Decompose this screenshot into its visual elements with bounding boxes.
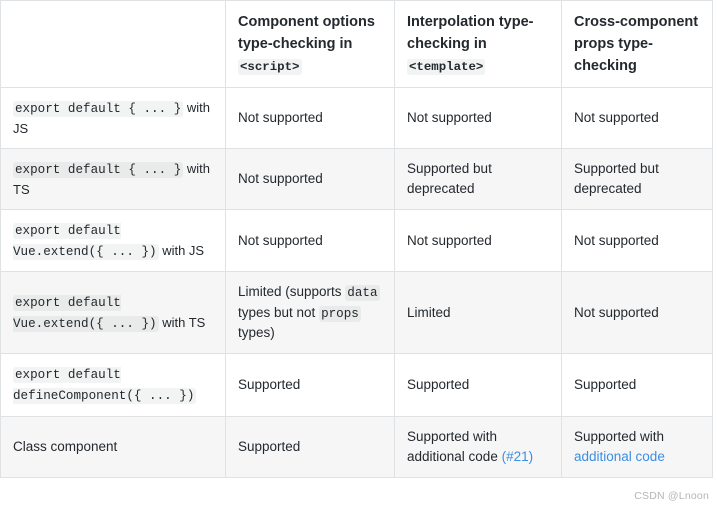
row-label-class-component: Class component (0, 415, 226, 478)
column-header-cross-component-props: Cross-component props type-checking (561, 0, 713, 89)
cell-component-options: Supported (225, 415, 395, 478)
cell-cross-component-props: Not supported (561, 271, 713, 355)
cell-cross-component-props: Supported (561, 353, 713, 417)
cell-component-options: Not supported (225, 208, 395, 273)
cell-text-mid: types but not (238, 304, 320, 320)
row-label-suffix: with JS (158, 242, 205, 258)
row-label-define-component: export default defineComponent({ ... }) (0, 353, 226, 417)
row-label-export-default-js: export default { ... } with JS (0, 87, 226, 149)
column-header-text: Cross-component props type-checking (574, 14, 699, 75)
code-snippet: export default defineComponent({ ... }) (13, 367, 197, 404)
column-header-interpolation: Interpolation type-checking in <template… (394, 0, 562, 89)
code-snippet: export default Vue.extend({ ... }) (13, 295, 159, 332)
table-row: export default { ... } with TS Not suppo… (0, 147, 713, 210)
table-row: export default { ... } with JS Not suppo… (0, 87, 713, 149)
cell-interpolation: Supported but deprecated (394, 147, 562, 210)
cell-interpolation: Limited (394, 271, 562, 355)
data-option-code: data (345, 285, 380, 302)
cell-interpolation: Not supported (394, 87, 562, 149)
csdn-watermark: CSDN @Lnoon (634, 490, 709, 502)
cell-text-pre: Supported with (574, 428, 665, 444)
cell-component-options: Limited (supports data types but not pro… (225, 271, 395, 355)
cell-text-post: types) (238, 325, 275, 341)
row-label-vue-extend-ts: export default Vue.extend({ ... }) with … (0, 271, 226, 355)
column-header-text: Component options type-checking in (238, 14, 375, 53)
table-row: export default defineComponent({ ... }) … (0, 353, 713, 417)
column-header-component-options: Component options type-checking in <scri… (225, 0, 395, 89)
cell-component-options: Supported (225, 353, 395, 417)
cell-cross-component-props: Not supported (561, 87, 713, 149)
column-header-text: Interpolation type-checking in (407, 14, 534, 53)
code-snippet: export default { ... } (13, 101, 184, 118)
row-label-export-default-ts: export default { ... } with TS (0, 147, 226, 210)
cell-text-pre: Supported with additional code (407, 428, 502, 464)
cell-interpolation: Not supported (394, 208, 562, 273)
code-snippet: export default { ... } (13, 161, 184, 178)
compatibility-table-container: Component options type-checking in <scri… (0, 0, 717, 506)
row-label-vue-extend-js: export default Vue.extend({ ... }) with … (0, 208, 226, 273)
typescript-support-compatibility-table: Component options type-checking in <scri… (0, 0, 713, 478)
props-option-code: props (319, 305, 361, 322)
table-row: export default Vue.extend({ ... }) with … (0, 208, 713, 273)
additional-code-link[interactable]: additional code (574, 449, 665, 464)
issue-21-link[interactable]: (#21) (502, 449, 534, 464)
table-row: export default Vue.extend({ ... }) with … (0, 271, 713, 355)
template-tag-code: <template> (407, 59, 486, 76)
table-header-row: Component options type-checking in <scri… (0, 0, 713, 89)
cell-cross-component-props: Not supported (561, 208, 713, 273)
table-body: export default { ... } with JS Not suppo… (0, 87, 713, 478)
column-header-blank (0, 0, 226, 89)
cell-component-options: Not supported (225, 147, 395, 210)
table-row: Class component Supported Supported with… (0, 415, 713, 478)
cell-interpolation: Supported (394, 353, 562, 417)
table-header: Component options type-checking in <scri… (0, 0, 713, 89)
cell-cross-component-props: Supported with additional code (561, 415, 713, 478)
cell-component-options: Not supported (225, 87, 395, 149)
cell-cross-component-props: Supported but deprecated (561, 147, 713, 210)
script-tag-code: <script> (238, 59, 302, 76)
row-label-suffix: with TS (158, 314, 206, 330)
code-snippet: export default Vue.extend({ ... }) (13, 222, 159, 260)
cell-text-pre: Limited (supports (238, 284, 346, 300)
cell-interpolation: Supported with additional code (#21) (394, 415, 562, 478)
